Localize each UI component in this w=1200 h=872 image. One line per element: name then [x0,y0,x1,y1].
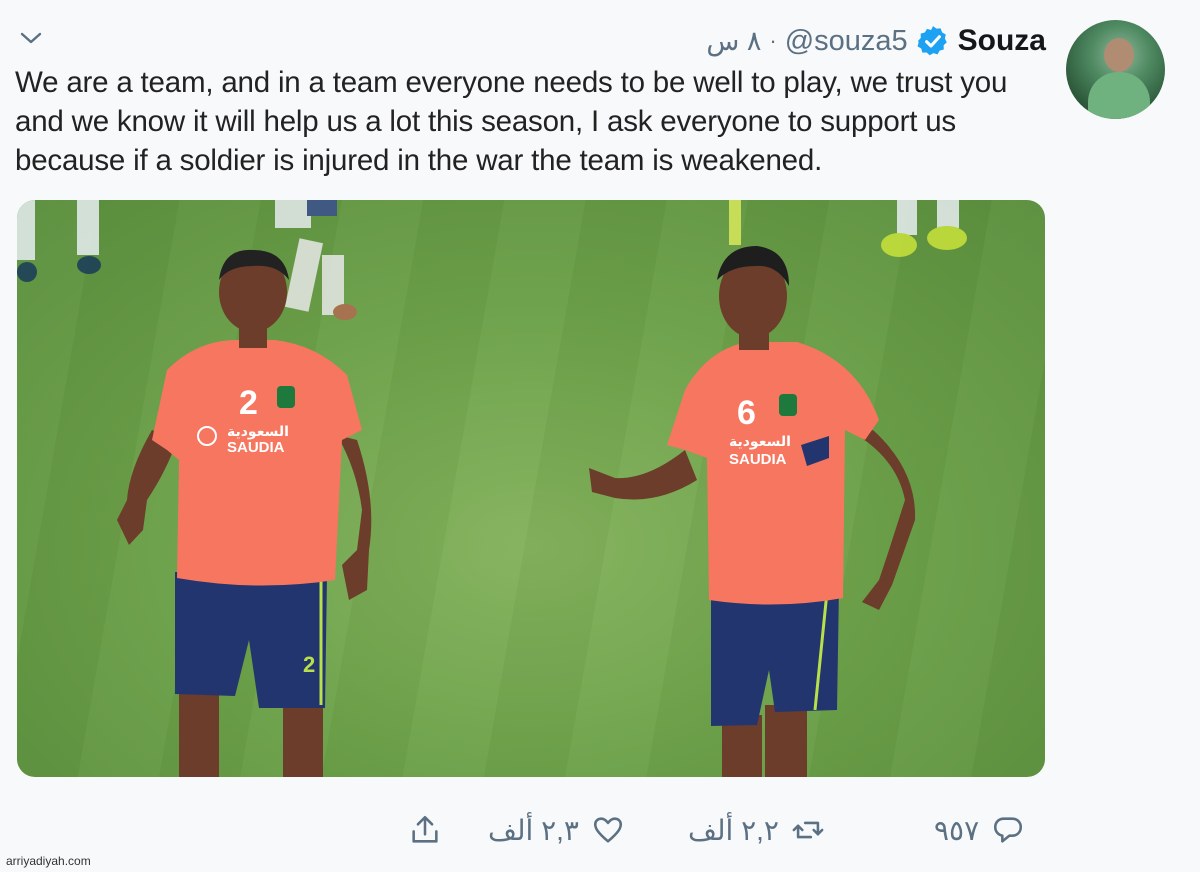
chevron-down-icon[interactable] [18,28,44,48]
player-1-shorts-number: 2 [303,652,315,677]
share-button[interactable] [408,805,442,855]
player-2-sponsor-ar: السعودية [729,434,791,450]
player-1-sponsor-ar: السعودية [227,424,289,440]
tweet-photo[interactable]: 2 السعودية SAUDIA 2 6 السعودية SAUDIA [17,200,1045,777]
reply-button[interactable]: ٩٥٧ [934,805,1025,855]
user-handle[interactable]: @souza5 [785,25,908,58]
reply-icon [994,817,1023,843]
separator-dot: · [769,28,777,53]
like-button[interactable]: ٢,٣ ألف [488,805,625,855]
player-2-number: 6 [737,394,756,432]
watermark: arriyadiyah.com [6,854,91,868]
tweet-timestamp[interactable]: ٨ س [706,26,761,57]
like-count: ٢,٣ ألف [488,814,579,846]
reply-count: ٩٥٧ [934,814,980,846]
player-1-number: 2 [239,384,258,422]
tweet-header: ٨ س · @souza5 Souza [706,20,1046,62]
share-icon [412,815,438,843]
player-2-sponsor: SAUDIA [729,451,787,468]
retweet-icon [792,821,824,839]
user-display-name[interactable]: Souza [958,24,1046,58]
player-number-2: 2 السعودية SAUDIA 2 [117,249,372,777]
tweet-actions: ٢,٣ ألف ٢,٢ ألف ٩٥٧ [0,805,1200,855]
like-icon [593,817,622,843]
retweet-count: ٢,٢ ألف [688,814,779,846]
player-number-6: 6 السعودية SAUDIA [589,246,916,777]
tweet-card: ٨ س · @souza5 Souza We are a team, and i… [0,0,1200,872]
verified-badge-icon [917,26,947,56]
tweet-text: We are a team, and in a team everyone ne… [15,66,1008,177]
background-player-legs [17,200,967,320]
retweet-button[interactable]: ٢,٢ ألف [688,805,825,855]
avatar[interactable] [1066,20,1165,119]
player-1-sponsor: SAUDIA [227,439,285,456]
